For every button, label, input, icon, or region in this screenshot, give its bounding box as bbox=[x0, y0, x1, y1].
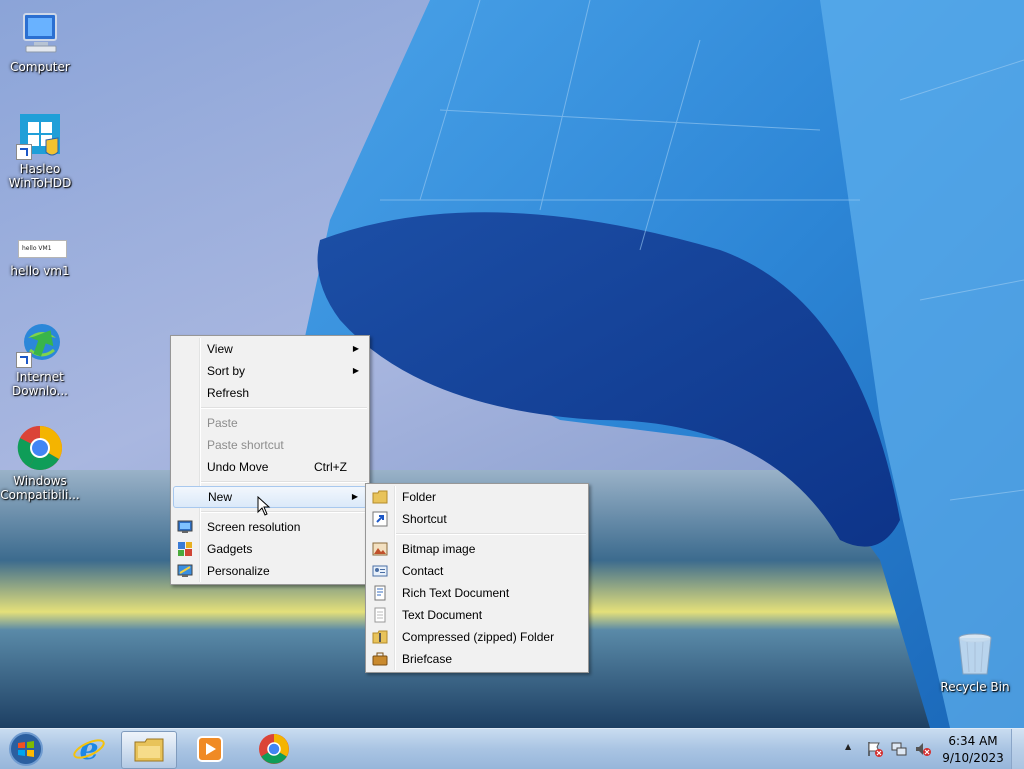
clock-date[interactable]: 9/10/2023 bbox=[938, 751, 1008, 765]
chrome-icon bbox=[259, 734, 289, 764]
recycle-bin-icon bbox=[951, 630, 999, 678]
menu-item-new-shortcut[interactable]: Shortcut bbox=[368, 508, 586, 530]
file-explorer-icon bbox=[134, 738, 164, 762]
desktop-icon-label: Internet Downlo... bbox=[12, 370, 68, 398]
media-player-icon bbox=[197, 736, 223, 762]
windows-start-orb-icon bbox=[9, 732, 43, 766]
internet-explorer-icon: e bbox=[73, 732, 105, 767]
desktop-icon-hello-vm1[interactable]: hello VM1 hello vm1 bbox=[0, 232, 80, 278]
show-desktop-button[interactable] bbox=[1011, 729, 1024, 769]
rich-text-document-icon bbox=[374, 585, 386, 601]
contact-card-icon bbox=[372, 565, 388, 577]
submenu-arrow-icon: ▶ bbox=[352, 344, 359, 353]
menu-item-gadgets[interactable]: Gadgets bbox=[173, 538, 367, 560]
shortcut-icon bbox=[372, 511, 388, 527]
bitmap-image-icon bbox=[372, 542, 388, 556]
desktop-icon-label: Recycle Bin bbox=[940, 680, 1010, 694]
desktop-icon-windows-compatibility[interactable]: Windows Compatibili... bbox=[0, 424, 80, 502]
menu-item-new-folder[interactable]: Folder bbox=[368, 486, 586, 508]
desktop-icon-wintohdd[interactable]: Hasleo WinToHDD bbox=[0, 112, 80, 190]
taskbar: e ▲ 6:34 AM 9/10/2023 bbox=[0, 728, 1024, 769]
chrome-icon bbox=[16, 424, 64, 472]
menu-separator bbox=[201, 481, 367, 483]
menu-item-paste-shortcut: Paste shortcut bbox=[207, 438, 284, 452]
menu-separator bbox=[201, 407, 367, 409]
desktop-icon-label: Computer bbox=[10, 60, 70, 74]
zip-folder-icon bbox=[372, 630, 388, 644]
desktop-icon-label: Hasleo WinToHDD bbox=[8, 162, 72, 190]
taskbar-media-player[interactable] bbox=[183, 731, 237, 767]
desktop-icon-internet-download-manager[interactable]: Internet Downlo... bbox=[0, 320, 80, 398]
briefcase-icon bbox=[372, 652, 388, 666]
personalize-icon bbox=[177, 564, 193, 577]
taskbar-file-explorer[interactable] bbox=[121, 731, 177, 769]
taskbar-internet-explorer[interactable]: e bbox=[62, 731, 116, 767]
folder-icon bbox=[372, 490, 388, 504]
start-button[interactable] bbox=[0, 731, 52, 767]
desktop-icon-computer[interactable]: Computer bbox=[0, 10, 80, 74]
menu-item-view[interactable]: View ▶ bbox=[173, 338, 367, 360]
shortcut-arrow-icon bbox=[16, 144, 32, 160]
menu-item-personalize[interactable]: Personalize bbox=[173, 560, 367, 582]
menu-separator bbox=[201, 511, 367, 513]
gadgets-icon bbox=[178, 542, 192, 556]
menu-item-undo-move[interactable]: Undo Move Ctrl+Z bbox=[173, 456, 367, 478]
menu-item-paste: Paste bbox=[207, 416, 238, 430]
monitor-icon bbox=[177, 520, 193, 533]
menu-item-new-bitmap[interactable]: Bitmap image bbox=[368, 538, 586, 560]
network-icon[interactable] bbox=[890, 740, 908, 758]
show-hidden-icons-button[interactable]: ▲ bbox=[845, 742, 851, 751]
action-center-flag-icon[interactable] bbox=[866, 740, 884, 758]
thumbnail-text: hello VM1 bbox=[18, 240, 67, 258]
desktop-context-menu: View ▶ Sort by ▶ Refresh Paste Paste short… bbox=[170, 335, 370, 585]
svg-text:e: e bbox=[79, 732, 98, 767]
desktop-icon-label: hello vm1 bbox=[10, 264, 70, 278]
text-file-thumbnail-icon: hello VM1 bbox=[16, 232, 67, 262]
menu-item-new-text-document[interactable]: Text Document bbox=[368, 604, 586, 626]
submenu-arrow-icon: ▶ bbox=[351, 492, 358, 501]
computer-icon bbox=[16, 10, 64, 58]
menu-item-sort-by[interactable]: Sort by ▶ bbox=[173, 360, 367, 382]
text-document-icon bbox=[374, 607, 386, 623]
menu-item-screen-resolution[interactable]: Screen resolution bbox=[173, 516, 367, 538]
internet-download-manager-icon bbox=[16, 320, 64, 368]
mouse-pointer-icon bbox=[257, 496, 271, 516]
windows-setup-icon bbox=[16, 112, 64, 160]
menu-item-refresh[interactable]: Refresh bbox=[173, 382, 367, 404]
new-submenu: Folder Shortcut Bitmap image Contact Ric… bbox=[365, 483, 589, 673]
desktop-icon-label: Windows Compatibili... bbox=[0, 474, 80, 502]
menu-item-new-briefcase[interactable]: Briefcase bbox=[368, 648, 586, 670]
shortcut-key-label: Ctrl+Z bbox=[314, 460, 347, 474]
submenu-arrow-icon: ▶ bbox=[352, 366, 359, 375]
volume-muted-icon[interactable] bbox=[914, 740, 932, 758]
desktop-icon-recycle-bin[interactable]: Recycle Bin bbox=[935, 630, 1015, 694]
menu-item-new-rich-text[interactable]: Rich Text Document bbox=[368, 582, 586, 604]
shortcut-arrow-icon bbox=[16, 352, 32, 368]
taskbar-chrome[interactable] bbox=[247, 731, 301, 767]
menu-item-new-contact[interactable]: Contact bbox=[368, 560, 586, 582]
menu-item-new-zip-folder[interactable]: Compressed (zipped) Folder bbox=[368, 626, 586, 648]
menu-separator bbox=[396, 533, 586, 535]
clock-time[interactable]: 6:34 AM bbox=[938, 734, 1008, 748]
